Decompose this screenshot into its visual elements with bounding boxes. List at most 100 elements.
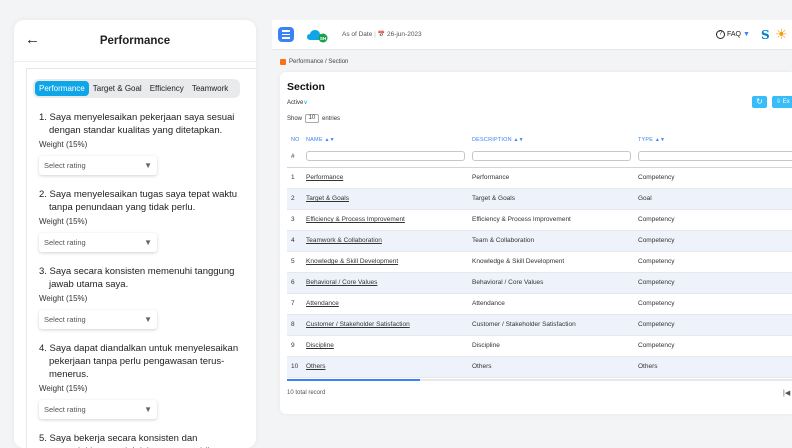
row-description: Performance xyxy=(472,167,638,189)
rating-select[interactable]: Select rating ▼ xyxy=(39,310,157,329)
row-name-cell: Attendance xyxy=(306,293,472,315)
row-name-link[interactable]: Knowledge & Skill Development xyxy=(306,258,398,265)
rating-select[interactable]: Select rating ▼ xyxy=(39,233,157,252)
status-filter-dropdown[interactable]: Active∨ xyxy=(287,99,308,106)
row-name-link[interactable]: Target & Goals xyxy=(306,195,349,202)
column-header-description[interactable]: DESCRIPTION ▲▼ xyxy=(472,134,638,146)
tab-efficiency[interactable]: Efficiency xyxy=(146,81,188,96)
row-type: Competency xyxy=(638,167,792,189)
export-button[interactable]: ⇩ Ex xyxy=(772,96,792,108)
question-weight: Weight (15%) xyxy=(39,294,88,303)
row-name-link[interactable]: Performance xyxy=(306,174,343,181)
row-name-cell: Efficiency & Process Improvement xyxy=(306,209,472,231)
column-header-no: NO xyxy=(291,137,300,143)
horizontal-scrollbar[interactable] xyxy=(287,379,792,381)
row-type: Competency xyxy=(638,293,792,315)
filter-hash: # xyxy=(287,146,306,168)
row-name-link[interactable]: Others xyxy=(306,363,326,370)
chevron-down-icon: ▼ xyxy=(144,315,152,324)
row-name-link[interactable]: Teamwork & Collaboration xyxy=(306,237,382,244)
row-name-cell: Teamwork & Collaboration xyxy=(306,230,472,252)
question-weight: Weight (15%) xyxy=(39,140,88,149)
row-type: Others xyxy=(638,356,792,378)
tab-bar: Performance Target & Goal Efficiency Tea… xyxy=(33,79,240,98)
row-name-cell: Performance xyxy=(306,167,472,189)
filter-row: # xyxy=(287,146,792,168)
question-item: 3. Saya secara konsisten memenuhi tanggu… xyxy=(33,265,253,329)
row-no: 2 xyxy=(287,188,306,210)
chevron-down-icon: ▼ xyxy=(144,238,152,247)
filter-name-input[interactable] xyxy=(306,151,465,162)
row-description: Others xyxy=(472,356,638,378)
row-no: 9 xyxy=(287,335,306,357)
rating-select-placeholder: Select rating xyxy=(44,238,86,247)
column-header-name[interactable]: NAME ▲▼ xyxy=(306,134,472,146)
question-weight: Weight (15%) xyxy=(39,384,88,393)
row-name-cell: Discipline xyxy=(306,335,472,357)
filter-name-cell xyxy=(306,146,472,168)
refresh-button[interactable]: ↻ xyxy=(752,96,767,108)
row-description: Team & Collaboration xyxy=(472,230,638,252)
s-brand-icon[interactable]: S xyxy=(761,28,770,42)
table-row: 3 Efficiency & Process Improvement Efficie… xyxy=(287,209,792,231)
breadcrumb: Performance / Section xyxy=(280,59,348,65)
tab-target-goal[interactable]: Target & Goal xyxy=(89,81,146,96)
row-type: Competency xyxy=(638,251,792,273)
svg-text:SH: SH xyxy=(320,36,326,41)
row-name-cell: Knowledge & Skill Development xyxy=(306,251,472,273)
mobile-header: ← Performance xyxy=(14,20,256,62)
row-no: 3 xyxy=(287,209,306,231)
row-description: Behavioral / Core Values xyxy=(472,272,638,294)
filter-description-input[interactable] xyxy=(472,151,631,162)
breadcrumb-text: Performance / Section xyxy=(289,59,349,65)
sun-icon[interactable]: ☀ xyxy=(775,26,788,43)
show-label: Show xyxy=(287,115,303,122)
hamburger-menu-icon[interactable] xyxy=(278,27,294,42)
table-row: 8 Customer / Stakeholder Satisfaction Cust… xyxy=(287,314,792,336)
chevron-down-icon: ▼ xyxy=(743,31,750,38)
entries-label: entries xyxy=(322,115,341,122)
section-title: Section xyxy=(287,81,325,93)
table-row: 7 Attendance Attendance Competency xyxy=(287,293,792,315)
as-of-value: 26-jun-2023 xyxy=(386,31,422,38)
row-description: Target & Goals xyxy=(472,188,638,210)
status-filter-label: Active xyxy=(287,100,304,106)
row-name-link[interactable]: Behavioral / Core Values xyxy=(306,279,377,286)
mobile-panel: ← Performance Performance Target & Goal … xyxy=(14,20,256,448)
row-no: 6 xyxy=(287,272,306,294)
home-icon[interactable] xyxy=(280,59,286,65)
column-header-type[interactable]: TYPE ▲▼ xyxy=(638,134,792,146)
table-row: 5 Knowledge & Skill Development Knowledge … xyxy=(287,251,792,273)
row-type: Competency xyxy=(638,335,792,357)
rating-select[interactable]: Select rating ▼ xyxy=(39,156,157,175)
question-text: 4. Saya dapat diandalkan untuk menyelesa… xyxy=(39,343,239,380)
question-text: 1. Saya menyelesaikan pekerjaan saya ses… xyxy=(39,112,235,136)
faq-dropdown[interactable]: ? FAQ ▼ xyxy=(716,30,750,39)
row-type: Goal xyxy=(638,188,792,210)
rating-select-placeholder: Select rating xyxy=(44,161,86,170)
tab-performance[interactable]: Performance xyxy=(35,81,89,96)
export-icon: ⇩ xyxy=(776,99,782,105)
page-title: Performance xyxy=(99,34,171,47)
calendar-icon: 📅 xyxy=(377,32,386,38)
tab-teamwork[interactable]: Teamwork xyxy=(188,81,232,96)
row-name-link[interactable]: Attendance xyxy=(306,300,339,307)
row-name-link[interactable]: Discipline xyxy=(306,342,334,349)
row-name-cell: Others xyxy=(306,356,472,378)
question-list: 1. Saya menyelesaikan pekerjaan saya ses… xyxy=(33,111,256,448)
row-name-link[interactable]: Efficiency & Process Improvement xyxy=(306,216,405,223)
row-no: 4 xyxy=(287,230,306,252)
entries-select[interactable]: 10 xyxy=(305,114,320,123)
row-name-link[interactable]: Customer / Stakeholder Satisfaction xyxy=(306,321,410,328)
scrollbar-thumb[interactable] xyxy=(287,379,420,381)
filter-type-input[interactable] xyxy=(638,151,792,162)
row-no: 10 xyxy=(287,356,306,378)
rating-select-placeholder: Select rating xyxy=(44,315,86,324)
rating-select[interactable]: Select rating ▼ xyxy=(39,400,157,419)
first-page-icon[interactable]: |◀ xyxy=(783,389,790,397)
chevron-down-icon: ∨ xyxy=(303,100,308,106)
sort-icon: ▲▼ xyxy=(324,137,335,143)
back-arrow-icon[interactable]: ← xyxy=(25,32,40,48)
chevron-down-icon: ▼ xyxy=(144,161,152,170)
table-row: 4 Teamwork & Collaboration Team & Collabor… xyxy=(287,230,792,252)
